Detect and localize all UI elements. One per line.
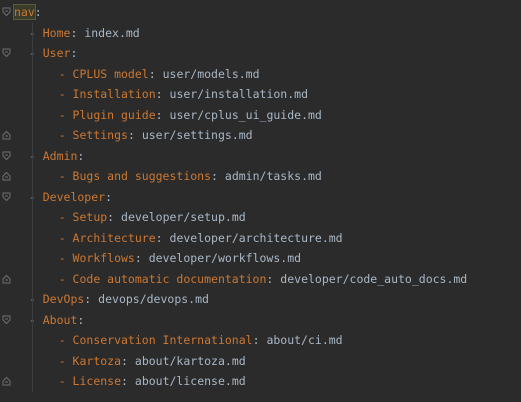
yaml-dash: -	[58, 271, 73, 286]
yaml-list-item[interactable]: - Architecture: developer/architecture.m…	[59, 228, 343, 249]
yaml-dash: -	[58, 251, 73, 265]
yaml-list-item[interactable]: - Settings: user/settings.md	[59, 125, 253, 146]
yaml-value: user/installation.md	[169, 87, 308, 101]
yaml-list-item[interactable]: - About:	[29, 310, 84, 331]
yaml-list-item[interactable]: - License: about/license.md	[59, 371, 246, 392]
yaml-colon: :	[155, 87, 163, 101]
fold-toggle-icon[interactable]	[2, 192, 11, 202]
yaml-colon: :	[155, 107, 163, 122]
yaml-dash: -	[58, 230, 73, 245]
yaml-colon: :	[121, 353, 128, 368]
yaml-colon: :	[121, 374, 128, 388]
yaml-colon: :	[211, 169, 218, 183]
yaml-colon: :	[84, 292, 92, 306]
yaml-value: about/license.md	[134, 374, 246, 388]
yaml-key: User	[42, 46, 71, 60]
fold-end-icon[interactable]	[2, 274, 11, 284]
yaml-list-item[interactable]: - Setup: developer/setup.md	[59, 207, 246, 228]
yaml-colon: :	[148, 66, 156, 81]
yaml-value: user/cplus_ui_guide.md	[169, 107, 322, 122]
yaml-key: Conservation International	[72, 333, 253, 347]
yaml-list-item[interactable]: - User:	[29, 43, 78, 64]
yaml-key: Code automatic documentation	[72, 271, 267, 286]
yaml-dash: -	[58, 66, 73, 81]
yaml-value: user/models.md	[162, 66, 260, 81]
yaml-colon: :	[70, 46, 78, 60]
yaml-list-item[interactable]: - Developer:	[29, 187, 112, 208]
yaml-list-item[interactable]: - CPLUS model: user/models.md	[59, 64, 260, 85]
yaml-colon: :	[105, 189, 112, 204]
fold-end-icon[interactable]	[2, 376, 11, 386]
yaml-value: about/kartoza.md	[134, 353, 246, 368]
yaml-value: developer/code_auto_docs.md	[280, 271, 468, 286]
indent-guide	[31, 22, 33, 392]
yaml-list-item[interactable]: - Workflows: developer/workflows.md	[59, 248, 301, 269]
fold-toggle-icon[interactable]	[2, 315, 11, 325]
yaml-list-item[interactable]: - Plugin guide: user/cplus_ui_guide.md	[59, 105, 322, 126]
fold-end-icon[interactable]	[2, 171, 11, 181]
yaml-list-item[interactable]: - Kartoza: about/kartoza.md	[59, 351, 246, 372]
yaml-dash: -	[58, 210, 73, 224]
yaml-key: Admin	[42, 148, 78, 163]
yaml-colon: :	[127, 128, 135, 142]
yaml-value: admin/tasks.md	[224, 169, 322, 183]
yaml-dash: -	[58, 353, 73, 368]
yaml-key: Workflows	[72, 251, 135, 265]
yaml-dash: -	[58, 374, 73, 388]
code-editor[interactable]: nav: - Home: index.md - User: - CPLUS model…	[0, 0, 521, 402]
yaml-key: CPLUS model	[72, 66, 149, 81]
yaml-colon: :	[77, 312, 85, 327]
yaml-colon: :	[252, 333, 260, 347]
yaml-key: Settings	[72, 128, 128, 142]
yaml-list-item[interactable]: - Home: index.md	[29, 23, 140, 44]
yaml-dash: -	[58, 107, 73, 122]
yaml-list-item[interactable]: - DevOps: devops/devops.md	[29, 289, 209, 310]
fold-end-icon[interactable]	[2, 130, 11, 140]
yaml-colon: :	[155, 230, 163, 245]
yaml-value: developer/workflows.md	[148, 251, 302, 265]
yaml-colon: :	[34, 5, 42, 19]
yaml-value: developer/setup.md	[121, 210, 246, 224]
yaml-dash: -	[58, 169, 73, 183]
yaml-key: Setup	[72, 210, 108, 224]
yaml-key: License	[72, 374, 122, 388]
yaml-key: Developer	[42, 189, 106, 204]
yaml-colon: :	[134, 251, 142, 265]
yaml-list-item[interactable]: - Code automatic documentation: develope…	[59, 269, 468, 290]
yaml-key: Installation	[72, 87, 156, 101]
yaml-dash: -	[58, 87, 73, 101]
yaml-list-item[interactable]: - Installation: user/installation.md	[59, 84, 308, 105]
yaml-key: DevOps	[42, 292, 85, 306]
yaml-value: developer/architecture.md	[169, 230, 343, 245]
yaml-value: devops/devops.md	[98, 292, 209, 306]
yaml-colon: :	[77, 148, 85, 163]
yaml-value: user/settings.md	[141, 128, 253, 142]
yaml-line-root: nav:	[13, 2, 42, 23]
yaml-key-root: nav	[13, 4, 36, 20]
yaml-dash: -	[58, 128, 73, 142]
yaml-key: Home	[42, 25, 71, 40]
yaml-key: Plugin guide	[72, 107, 156, 122]
yaml-list-item[interactable]: - Conservation International: about/ci.m…	[59, 330, 343, 351]
fold-toggle-icon[interactable]	[2, 48, 11, 58]
yaml-colon: :	[107, 210, 115, 224]
yaml-key: Architecture	[72, 230, 156, 245]
yaml-colon: :	[70, 25, 78, 40]
yaml-value: index.md	[84, 25, 140, 40]
yaml-list-item[interactable]: - Bugs and suggestions: admin/tasks.md	[59, 166, 322, 187]
yaml-value: about/ci.md	[266, 333, 343, 347]
fold-toggle-icon[interactable]	[2, 151, 11, 161]
yaml-key: Bugs and suggestions	[72, 169, 212, 183]
fold-toggle-icon[interactable]	[2, 7, 11, 17]
yaml-key: Kartoza	[72, 353, 122, 368]
yaml-dash: -	[58, 333, 73, 347]
yaml-key: About	[42, 312, 78, 327]
yaml-colon: :	[266, 271, 274, 286]
yaml-list-item[interactable]: - Admin:	[29, 146, 84, 167]
